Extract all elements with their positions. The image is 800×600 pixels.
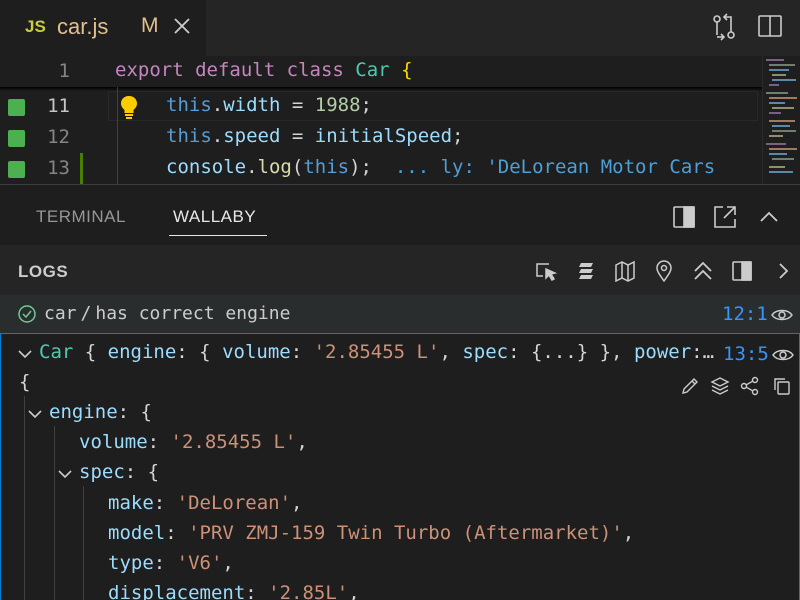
layout-panel-icon[interactable] (672, 205, 696, 229)
test-entry[interactable]: car / has correct engine 12:1 (0, 295, 800, 333)
location-pin-icon[interactable] (653, 260, 675, 282)
line-number: 11 (47, 95, 70, 117)
active-tab-indicator (169, 235, 267, 236)
code-line: console.log(this); ... ly: 'DeLorean Mot… (166, 156, 716, 178)
close-icon[interactable] (172, 16, 192, 36)
tree-row: make: 'DeLorean', (108, 491, 303, 514)
toggle-sidebar-icon[interactable] (731, 260, 753, 282)
git-compare-icon[interactable] (710, 13, 738, 41)
chevron-down-icon[interactable] (28, 409, 42, 419)
log-summary[interactable]: Car { engine: { volume: '2.85455 L', spe… (39, 341, 714, 363)
tree-row[interactable]: spec: { (79, 461, 159, 483)
code-row: 13 console.log(this); ... ly: 'DeLorean … (0, 153, 762, 184)
split-editor-icon[interactable] (757, 13, 783, 39)
editor-tab-car-js[interactable]: JS car.js M (0, 0, 206, 56)
git-change-indicator[interactable] (80, 153, 83, 184)
tree-row[interactable]: engine: { (49, 401, 152, 423)
edit-icon[interactable] (680, 376, 700, 396)
inspect-icon[interactable] (535, 260, 557, 282)
layers-icon[interactable] (710, 376, 730, 396)
code-row: 11 this.width = 1988; (0, 91, 762, 122)
logs-title: LOGS (18, 262, 69, 281)
tab-modified-badge: M (141, 14, 159, 37)
lightbulb-icon[interactable] (120, 95, 138, 119)
code-line: this.speed = initialSpeed; (166, 125, 464, 147)
tree-row: model: 'PRV ZMJ-159 Twin Turbo (Aftermar… (108, 521, 635, 544)
bottom-panel: TERMINAL WALLABY LOGS car / has correct … (0, 184, 800, 600)
line-number: 13 (47, 157, 70, 179)
stack-icon[interactable] (575, 260, 597, 282)
tab-terminal[interactable]: TERMINAL (36, 207, 126, 227)
eye-icon[interactable] (772, 347, 794, 363)
test-position-link[interactable]: 12:1 (722, 303, 768, 325)
test-name: car / has correct engine (44, 303, 291, 324)
js-file-icon: JS (25, 17, 46, 36)
panel-tab-bar: TERMINAL WALLABY (0, 185, 800, 245)
indent-guide (83, 486, 84, 600)
code-editor[interactable]: 1 export default class Car { 11 this.wid… (0, 56, 800, 184)
copy-icon[interactable] (772, 376, 792, 396)
tree-row: type: 'V6', (108, 552, 234, 574)
indent-guide (24, 396, 25, 600)
log-position-link[interactable]: 13:5 (723, 343, 769, 365)
chevron-down-icon[interactable] (18, 349, 32, 359)
code-line: export default class Car { (115, 59, 413, 81)
collapse-all-icon[interactable] (692, 260, 714, 282)
line-number: 1 (58, 60, 70, 82)
maximize-icon[interactable] (713, 205, 737, 229)
log-entry: Car { engine: { volume: '2.85455 L', spe… (0, 333, 800, 600)
tab-wallaby[interactable]: WALLABY (173, 207, 256, 227)
sticky-line: 1 export default class Car { (0, 56, 762, 87)
chevron-up-icon[interactable] (757, 205, 781, 229)
map-icon[interactable] (614, 260, 636, 282)
check-circle-icon (18, 305, 36, 323)
chevron-down-icon[interactable] (58, 469, 72, 479)
chevron-right-icon[interactable] (772, 260, 794, 282)
minimap[interactable] (762, 56, 800, 184)
object-open-brace: { (19, 371, 31, 393)
editor-tab-bar: JS car.js M (0, 0, 800, 56)
indent-guide (54, 426, 55, 600)
share-icon[interactable] (740, 376, 760, 396)
code-line: this.width = 1988; (166, 94, 372, 116)
logs-header: LOGS (0, 245, 800, 295)
tree-row: volume: '2.85455 L', (79, 431, 308, 454)
indent-guide (117, 87, 118, 184)
tree-row: displacement: '2.85L', (108, 582, 360, 600)
tab-filename: car.js (57, 14, 109, 39)
eye-icon[interactable] (771, 307, 793, 323)
code-row: 12 this.speed = initialSpeed; (0, 122, 762, 153)
line-number: 12 (47, 126, 70, 148)
